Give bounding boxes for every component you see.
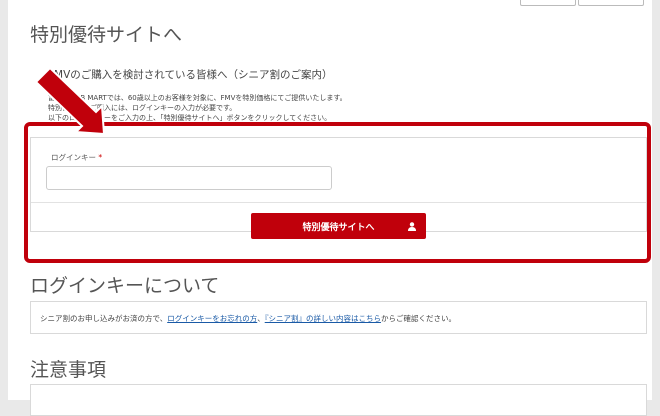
page: 特別優待サイトへ FMVのご購入を検討されている皆様へ（シニア割のご案内） 富士… [8, 0, 652, 416]
notes-box [30, 384, 647, 416]
senior-discount-details-link[interactable]: 『シニア割』の詳しい内容はこちら [265, 314, 381, 323]
red-arrow-icon [34, 66, 106, 136]
page-title: 特別優待サイトへ [30, 24, 183, 46]
top-button-right[interactable] [578, 0, 644, 6]
about-heading: ログインキーについて [30, 275, 220, 297]
about-text-after: からご確認ください。 [380, 314, 456, 323]
about-text-before: シニア割のお申し込みがお済の方で、 [40, 314, 168, 323]
notes-heading: 注意事項 [30, 359, 107, 381]
forgot-login-key-link[interactable]: ログインキーをお忘れの方 [167, 314, 257, 323]
about-box: シニア割のお申し込みがお済の方で、ログインキーをお忘れの方、『シニア割』の詳しい… [30, 301, 647, 334]
top-button-left[interactable] [520, 0, 576, 6]
about-text: シニア割のお申し込みがお済の方で、ログインキーをお忘れの方、『シニア割』の詳しい… [40, 313, 456, 324]
about-text-mid: 、 [257, 314, 265, 323]
highlight-frame [24, 122, 651, 263]
